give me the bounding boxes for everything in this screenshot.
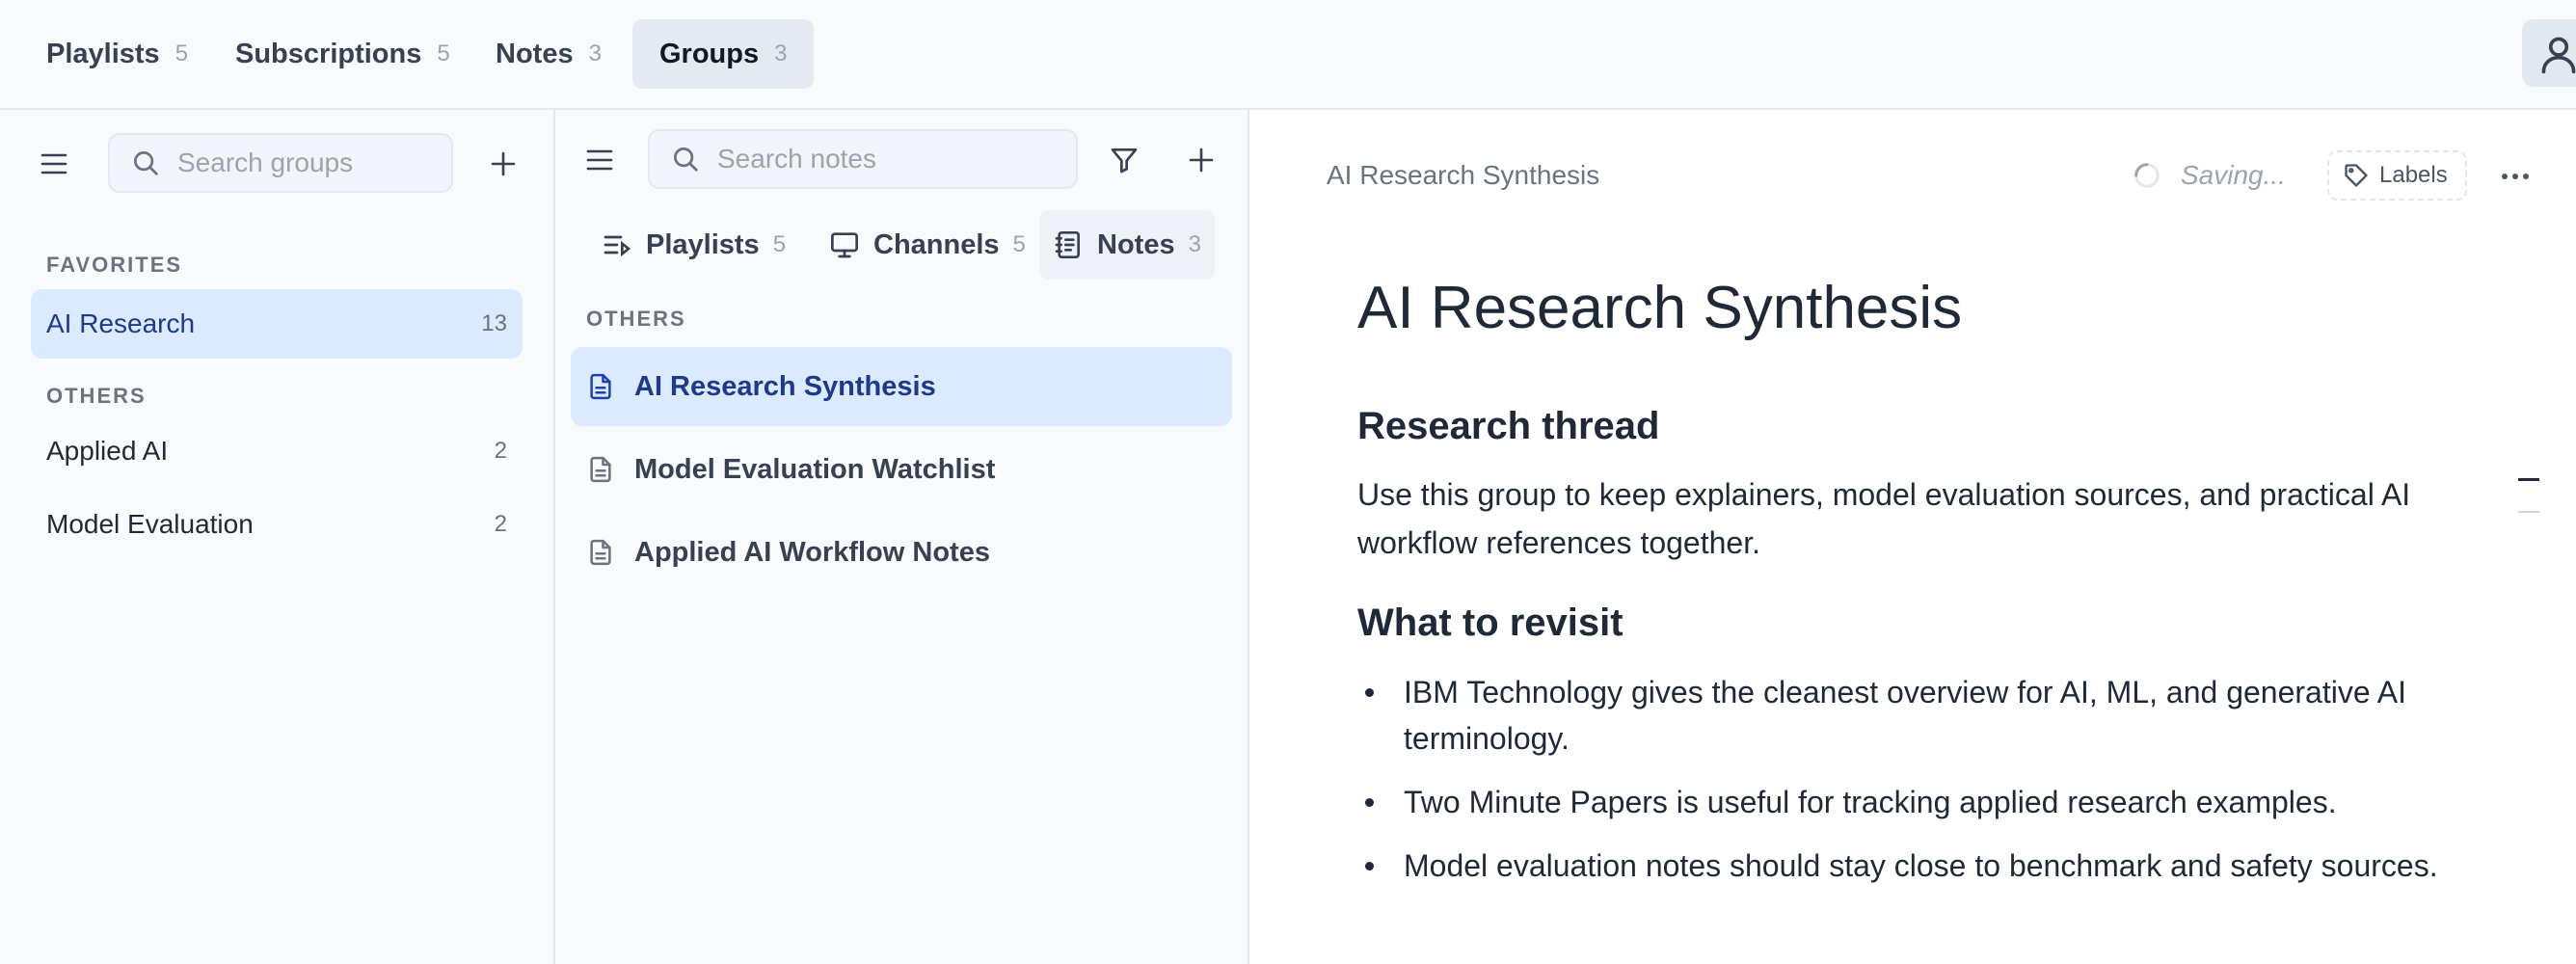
outline-marker-active[interactable] xyxy=(2518,478,2539,481)
tab-label: Playlists xyxy=(46,38,160,69)
tab-count: 3 xyxy=(774,40,788,67)
bullet-list: IBM Technology gives the cleanest overvi… xyxy=(1357,669,2466,906)
plus-icon xyxy=(1189,147,1214,173)
bullet-item[interactable]: Two Minute Papers is useful for tracking… xyxy=(1357,779,2466,825)
top-tab-bar: Playlists 5 Subscriptions 5 Notes 3 Grou… xyxy=(0,0,2576,110)
subtab-channels[interactable]: Channels 5 xyxy=(816,210,1039,280)
user-icon xyxy=(2541,37,2576,74)
hamburger-icon xyxy=(586,149,613,171)
note-item-applied-ai-workflow-notes[interactable]: Applied AI Workflow Notes xyxy=(571,513,1232,592)
document-icon xyxy=(590,456,611,483)
note-title-heading[interactable]: AI Research Synthesis xyxy=(1357,274,1962,342)
group-item-applied-ai[interactable]: Applied AI 2 xyxy=(31,416,523,486)
note-title: Model Evaluation Watchlist xyxy=(634,453,996,485)
add-note-button[interactable] xyxy=(1176,135,1226,185)
group-name: Model Evaluation xyxy=(46,509,254,539)
group-item-ai-research[interactable]: AI Research 13 xyxy=(31,289,523,359)
subtab-notes[interactable]: Notes 3 xyxy=(1039,210,1215,280)
tab-notes[interactable]: Notes 3 xyxy=(469,19,629,89)
tab-count: 3 xyxy=(588,40,602,67)
bullet-item[interactable]: Model evaluation notes should stay close… xyxy=(1357,843,2466,889)
groups-panel: FAVORITES AI Research 13 OTHERS Applied … xyxy=(0,110,555,964)
tab-playlists[interactable]: Playlists 5 xyxy=(19,19,215,89)
document-icon xyxy=(590,373,611,400)
bullet-text: Two Minute Papers is useful for tracking… xyxy=(1404,785,2337,819)
notes-menu-button[interactable] xyxy=(575,135,625,185)
group-item-model-evaluation[interactable]: Model Evaluation 2 xyxy=(31,490,523,559)
more-horizontal-icon xyxy=(2502,174,2529,179)
account-button[interactable] xyxy=(2522,19,2576,87)
tab-subscriptions[interactable]: Subscriptions 5 xyxy=(208,19,477,89)
search-icon xyxy=(134,151,158,175)
note-editor: AI Research Synthesis Saving... Labels A… xyxy=(1249,110,2576,964)
menu-button[interactable] xyxy=(29,139,79,189)
search-icon xyxy=(674,147,698,172)
tab-count: 5 xyxy=(174,40,189,67)
bullet-text: Model evaluation notes should stay close… xyxy=(1404,848,2438,883)
labels-button-label: Labels xyxy=(2379,162,2448,188)
notebook-icon xyxy=(1055,231,1080,258)
add-group-button[interactable] xyxy=(478,139,528,189)
subtab-count: 5 xyxy=(772,231,787,257)
plus-icon xyxy=(491,151,516,176)
group-count: 13 xyxy=(481,310,507,336)
section-paragraph[interactable]: Use this group to keep explainers, model… xyxy=(1357,470,2495,567)
group-name: Applied AI xyxy=(46,436,169,466)
tab-label: Subscriptions xyxy=(235,38,422,69)
tag-icon xyxy=(2345,164,2368,187)
subtab-label: Notes xyxy=(1097,228,1175,260)
subtab-count: 5 xyxy=(1012,231,1026,257)
outline-marker[interactable] xyxy=(2518,511,2539,513)
save-status: Saving... xyxy=(2133,160,2286,191)
tab-groups[interactable]: Groups 3 xyxy=(632,19,815,89)
more-options-button[interactable] xyxy=(2491,152,2539,201)
note-title: Applied AI Workflow Notes xyxy=(634,536,990,568)
search-notes-input[interactable] xyxy=(717,144,1076,174)
search-notes-field xyxy=(648,129,1078,189)
subtab-label: Channels xyxy=(873,228,1000,260)
search-groups-input[interactable] xyxy=(177,147,451,178)
notes-others-heading: OTHERS xyxy=(586,307,686,331)
note-item-ai-research-synthesis[interactable]: AI Research Synthesis xyxy=(571,347,1232,426)
favorites-heading: FAVORITES xyxy=(46,253,183,277)
monitor-icon xyxy=(831,232,858,258)
group-count: 2 xyxy=(494,511,507,537)
bullet-item[interactable]: IBM Technology gives the cleanest overvi… xyxy=(1357,669,2466,762)
bullet-dot xyxy=(1365,688,1374,697)
section-heading-what-to-revisit[interactable]: What to revisit xyxy=(1357,602,1623,645)
note-item-model-evaluation-watchlist[interactable]: Model Evaluation Watchlist xyxy=(571,430,1232,509)
spinner-icon xyxy=(2134,163,2160,188)
subtab-count: 3 xyxy=(1188,231,1201,257)
playlist-icon xyxy=(604,235,631,257)
hamburger-icon xyxy=(40,153,67,174)
note-title: AI Research Synthesis xyxy=(634,370,936,402)
filter-button[interactable] xyxy=(1099,135,1149,185)
group-name: AI Research xyxy=(46,308,196,338)
subtab-playlists[interactable]: Playlists 5 xyxy=(588,210,799,280)
tab-label: Groups xyxy=(659,38,760,69)
section-heading-research-thread[interactable]: Research thread xyxy=(1357,405,1659,448)
labels-button[interactable]: Labels xyxy=(2327,150,2467,201)
bullet-dot xyxy=(1365,862,1374,870)
bullet-dot xyxy=(1365,798,1374,807)
filter-icon xyxy=(1111,148,1138,174)
search-groups-field xyxy=(108,133,453,193)
document-icon xyxy=(590,539,611,566)
others-heading: OTHERS xyxy=(46,384,147,408)
group-count: 2 xyxy=(494,438,507,464)
bullet-text: IBM Technology gives the cleanest overvi… xyxy=(1404,675,2406,756)
save-status-text: Saving... xyxy=(2181,160,2286,190)
subtab-label: Playlists xyxy=(646,228,760,260)
notes-panel: Playlists 5 Channels 5 Notes 3 OTHERS AI… xyxy=(555,110,1249,964)
tab-label: Notes xyxy=(496,38,574,69)
tab-count: 5 xyxy=(437,40,450,67)
breadcrumb[interactable]: AI Research Synthesis xyxy=(1327,160,1599,191)
